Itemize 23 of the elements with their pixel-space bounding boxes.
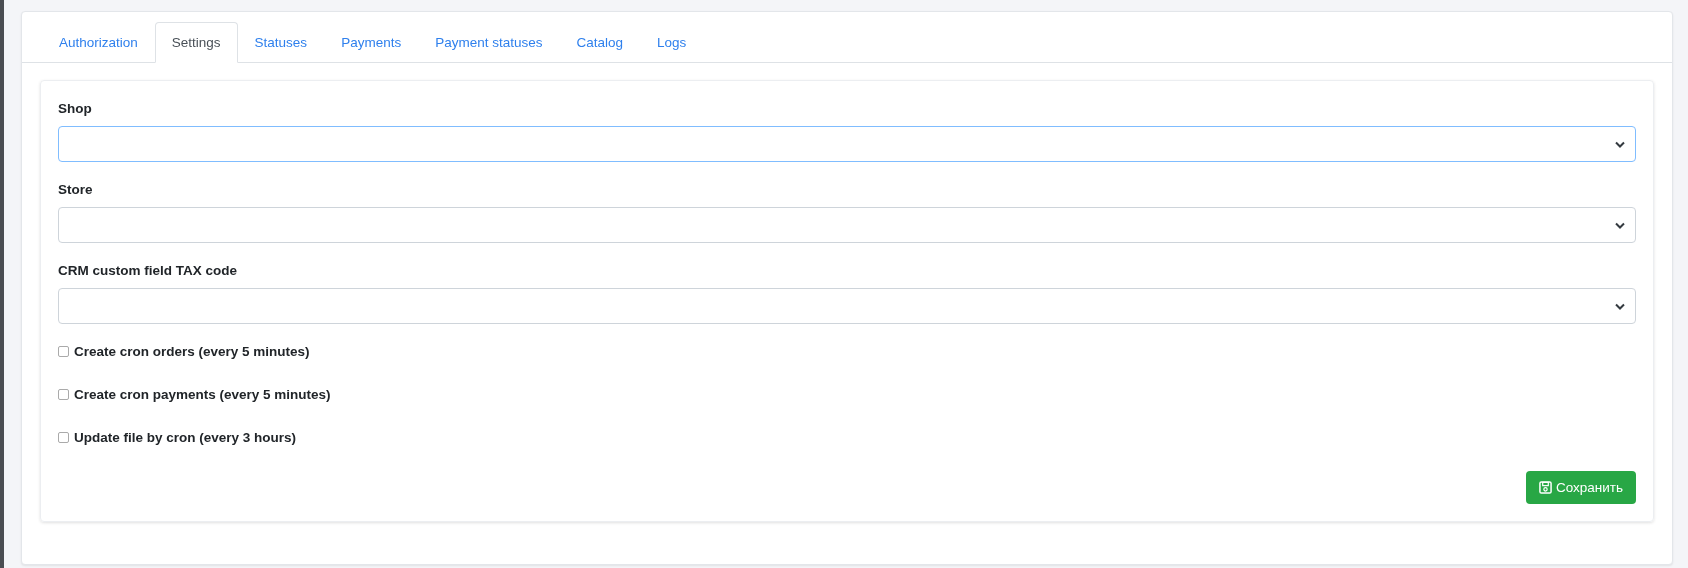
field-label: Shop <box>58 101 93 116</box>
save-button[interactable]: Сохранить <box>1525 471 1636 504</box>
checkbox[interactable] <box>58 389 69 400</box>
select-field[interactable] <box>58 288 1636 324</box>
tab[interactable]: Settings <box>154 22 238 63</box>
tab[interactable]: Logs <box>640 22 704 63</box>
tab[interactable]: Payments <box>324 22 419 63</box>
chevron-down-icon <box>1615 140 1625 148</box>
checkbox[interactable] <box>58 432 69 443</box>
chevron-down-icon <box>1615 302 1625 310</box>
checkbox-label: Update file by cron (every 3 hours) <box>74 430 297 445</box>
checkbox-label: Create cron orders (every 5 minutes) <box>74 344 310 359</box>
checkbox-label: Create cron payments (every 5 minutes) <box>74 387 331 402</box>
chevron-down-icon <box>1615 221 1625 229</box>
field-label: CRM custom field TAX code <box>58 263 238 278</box>
tab[interactable]: Statuses <box>237 22 325 63</box>
tab[interactable]: Payment statuses <box>418 22 560 63</box>
select-field[interactable] <box>58 126 1636 162</box>
tab[interactable]: Catalog <box>559 22 640 63</box>
field-label: Store <box>58 182 94 197</box>
tab[interactable]: Authorization <box>42 22 155 63</box>
checkbox[interactable] <box>58 346 69 357</box>
select-field[interactable] <box>58 207 1636 243</box>
